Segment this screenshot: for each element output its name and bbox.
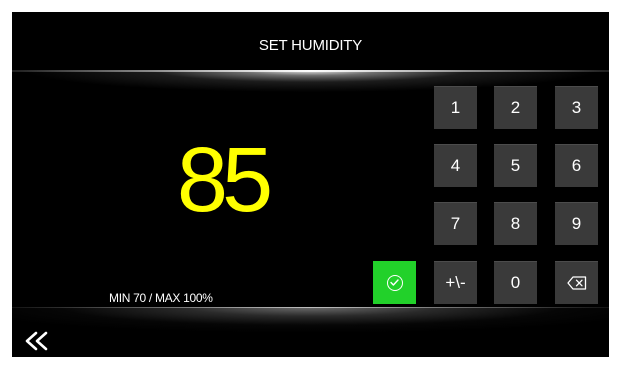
- key-8[interactable]: 8: [494, 202, 537, 245]
- backspace-button[interactable]: [555, 261, 598, 304]
- key-0[interactable]: 0: [494, 261, 537, 304]
- humidity-limits-label: MIN 70 / MAX 100%: [109, 291, 213, 305]
- page-title: SET HUMIDITY: [258, 37, 363, 54]
- key-6[interactable]: 6: [555, 144, 598, 187]
- key-2[interactable]: 2: [494, 86, 537, 129]
- footer-divider-line: [12, 307, 609, 308]
- check-circle-icon: [386, 274, 403, 291]
- header-divider-line: [12, 70, 609, 72]
- backspace-icon: [566, 276, 586, 290]
- confirm-button[interactable]: [373, 261, 416, 304]
- key-5[interactable]: 5: [494, 144, 537, 187]
- key-1[interactable]: 1: [434, 86, 477, 129]
- back-button[interactable]: [22, 330, 52, 352]
- key-7[interactable]: 7: [434, 202, 477, 245]
- footer-glow-divider: [12, 307, 609, 357]
- key-sign-toggle[interactable]: +\-: [434, 261, 477, 304]
- humidity-value-display: 85: [176, 129, 273, 231]
- key-3[interactable]: 3: [555, 86, 598, 129]
- key-9[interactable]: 9: [555, 202, 598, 245]
- double-chevron-left-icon: [25, 331, 48, 351]
- key-4[interactable]: 4: [434, 144, 477, 187]
- humidity-screen: SET HUMIDITY 85 MIN 70 / MAX 100% 1 2 3 …: [12, 12, 609, 357]
